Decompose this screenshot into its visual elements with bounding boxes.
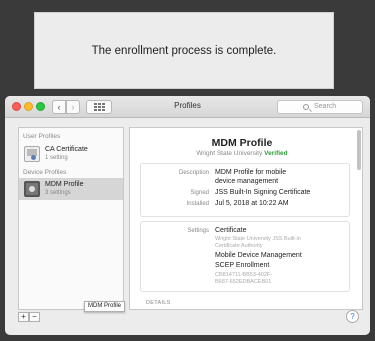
enrollment-complete-banner: The enrollment process is complete. xyxy=(34,12,334,89)
add-profile-button[interactable]: + xyxy=(18,312,29,322)
installed-value: Jul 5, 2018 at 10:22 AM xyxy=(215,200,289,207)
help-button[interactable]: ? xyxy=(346,310,359,323)
forward-button[interactable]: › xyxy=(66,100,80,114)
profile-detail-pane: MDM Profile Wright State University Veri… xyxy=(129,127,363,310)
show-all-button[interactable] xyxy=(86,100,112,114)
sidebar-item-mdm-profile[interactable]: MDM Profile 3 settings xyxy=(19,178,123,200)
item-subtitle: 1 setting xyxy=(45,155,68,161)
minimize-button[interactable] xyxy=(24,102,33,111)
item-name: CA Certificate xyxy=(45,146,88,153)
description-label: Description xyxy=(178,170,209,176)
help-icon: ? xyxy=(350,312,355,321)
title-bar: ‹ › Profiles Search xyxy=(5,96,370,118)
search-field[interactable]: Search xyxy=(277,100,363,114)
setting-scep: SCEP Enrollment xyxy=(215,262,270,269)
chevron-right-icon: › xyxy=(71,102,75,112)
signed-value: JSS Built-In Signing Certificate xyxy=(215,189,311,196)
signed-label: Signed xyxy=(190,190,209,196)
setting-certificate: Certificate xyxy=(215,227,247,234)
profiles-window: ‹ › Profiles Search User Profiles CA Cer… xyxy=(5,96,370,335)
settings-label: Settings xyxy=(187,228,209,234)
remove-profile-button[interactable]: − xyxy=(29,312,40,322)
sidebar-item-ca-certificate[interactable]: CA Certificate 1 setting xyxy=(19,143,123,165)
installed-label: Installed xyxy=(186,201,209,207)
description-value-line1: MDM Profile for mobile xyxy=(215,169,287,176)
certificate-detail-line2: Certificate Authority xyxy=(215,243,263,249)
chevron-left-icon: ‹ xyxy=(57,102,61,112)
close-button[interactable] xyxy=(12,102,21,111)
certificate-detail-line1: Wright State University JSS Built-in xyxy=(215,236,301,242)
profile-title: MDM Profile xyxy=(211,137,273,149)
window-title: Profiles xyxy=(174,101,201,110)
scrollbar[interactable] xyxy=(357,130,361,170)
organization-name: Wright State University xyxy=(196,150,263,157)
zoom-button[interactable] xyxy=(36,102,45,111)
profile-organization: Wright State University Verified xyxy=(130,150,354,157)
item-name: MDM Profile xyxy=(45,181,84,188)
profiles-sidebar: User Profiles CA Certificate 1 setting D… xyxy=(18,127,124,310)
verified-badge: Verified xyxy=(264,150,288,157)
user-profiles-header: User Profiles xyxy=(23,133,61,140)
search-placeholder: Search xyxy=(314,103,337,110)
banner-message: The enrollment process is complete. xyxy=(91,44,277,57)
scep-id-line2: B687-652EDBACEB01 xyxy=(215,279,272,285)
back-button[interactable]: ‹ xyxy=(52,100,66,114)
item-subtitle: 3 settings xyxy=(45,190,71,196)
settings-box: Settings Certificate Wright State Univer… xyxy=(140,221,350,292)
description-value-line2: device management xyxy=(215,178,279,185)
device-profiles-header: Device Profiles xyxy=(23,169,67,176)
profile-info-box: Description MDM Profile for mobile devic… xyxy=(140,163,350,217)
tooltip: MDM Profile xyxy=(84,301,126,312)
scep-id-line1: CB814711-BB53-402F- xyxy=(215,272,273,278)
setting-mdm: Mobile Device Management xyxy=(215,252,302,259)
gear-icon xyxy=(24,181,40,197)
certificate-icon xyxy=(24,146,40,162)
details-section-label: DETAILS xyxy=(146,300,171,306)
search-icon xyxy=(303,104,309,110)
